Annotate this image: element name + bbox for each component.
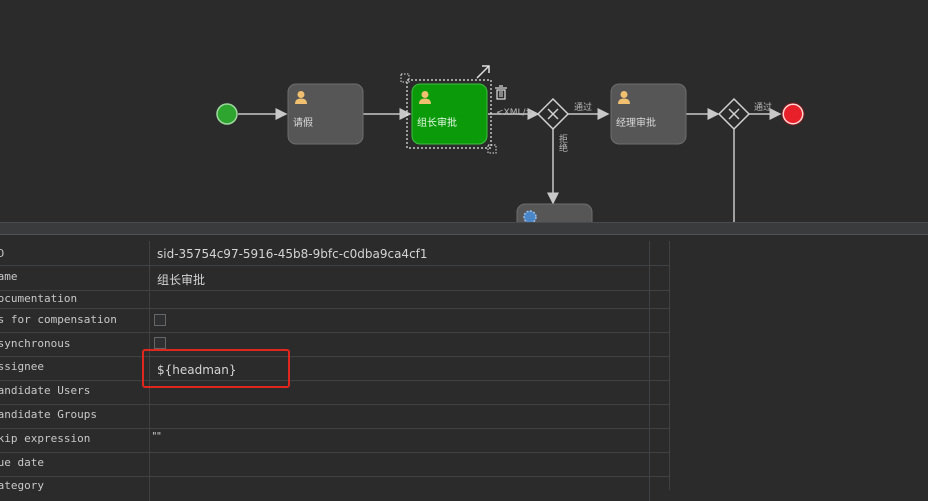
property-row-candidate-users[interactable]: Candidate Users [0, 381, 670, 405]
property-name: Due date [0, 453, 150, 476]
property-value[interactable]: "" [150, 429, 650, 452]
pass-label-2: 通过 [754, 103, 773, 113]
property-value[interactable] [150, 453, 650, 476]
compensation-checkbox[interactable] [154, 314, 166, 326]
property-value[interactable]: 组长审批 [150, 266, 650, 290]
process-canvas[interactable]: 请假 组长审批 经理审批 <XML/> 通过 通过 拒绝 [0, 0, 928, 222]
property-name: Candidate Groups [0, 405, 150, 428]
start-event[interactable] [216, 103, 238, 125]
properties-panel: ID sid-35754c97-5916-45b8-9bfc-c0dba9ca4… [0, 241, 928, 501]
property-value[interactable] [150, 291, 650, 308]
task-apply-label: 请假 [293, 118, 313, 129]
property-row-assignee[interactable]: Assignee ${headman} [0, 357, 670, 381]
reject-label: 拒绝 [557, 134, 567, 152]
property-value[interactable]: sid-35754c97-5916-45b8-9bfc-c0dba9ca4cf1 [150, 241, 650, 265]
property-value[interactable] [150, 477, 650, 501]
property-name: Documentation [0, 291, 150, 308]
property-row-documentation[interactable]: Documentation [0, 291, 670, 309]
user-icon [295, 91, 307, 104]
exclusive-gateway-2[interactable] [717, 97, 751, 131]
property-row-name[interactable]: Name 组长审批 [0, 266, 670, 291]
property-value[interactable] [150, 405, 650, 428]
panel-divider[interactable] [0, 222, 928, 235]
assignee-highlight-box [142, 349, 290, 388]
end-event[interactable] [782, 103, 804, 125]
property-name: Name [0, 266, 150, 290]
task-manager-label: 经理审批 [616, 118, 656, 129]
user-icon [618, 91, 630, 104]
property-row-category[interactable]: Category [0, 477, 670, 501]
property-row-asynchronous[interactable]: Asynchronous [0, 333, 670, 357]
asynchronous-checkbox[interactable] [154, 337, 166, 349]
property-row-compensation[interactable]: Is for compensation [0, 309, 670, 333]
property-row-skip-expression[interactable]: Skip expression "" [0, 429, 670, 453]
property-name: Category [0, 477, 150, 501]
pass-label-1: 通过 [574, 103, 593, 113]
diagram-svg [216, 65, 805, 222]
resize-handle-icon[interactable] [476, 65, 490, 79]
xml-flow-label: <XML/> [496, 108, 534, 118]
property-row-due-date[interactable]: Due date [0, 453, 670, 477]
trash-icon[interactable] [495, 85, 507, 100]
property-name: Candidate Users [0, 381, 150, 404]
property-name: Is for compensation [0, 309, 150, 332]
user-icon [419, 91, 431, 104]
grid-right-border [669, 241, 670, 490]
property-value [150, 309, 650, 332]
property-name: Asynchronous [0, 333, 150, 356]
selection-handle-tl[interactable] [400, 73, 410, 83]
property-name: Assignee [0, 357, 150, 380]
property-row-candidate-groups[interactable]: Candidate Groups [0, 405, 670, 429]
task-leader-label: 组长审批 [417, 118, 457, 129]
property-name: Skip expression [0, 429, 150, 452]
property-row-id[interactable]: ID sid-35754c97-5916-45b8-9bfc-c0dba9ca4… [0, 241, 670, 266]
property-name: ID [0, 241, 150, 265]
selection-handle-br[interactable] [487, 144, 497, 154]
properties-grid: ID sid-35754c97-5916-45b8-9bfc-c0dba9ca4… [0, 241, 670, 501]
exclusive-gateway-1[interactable] [536, 97, 570, 131]
